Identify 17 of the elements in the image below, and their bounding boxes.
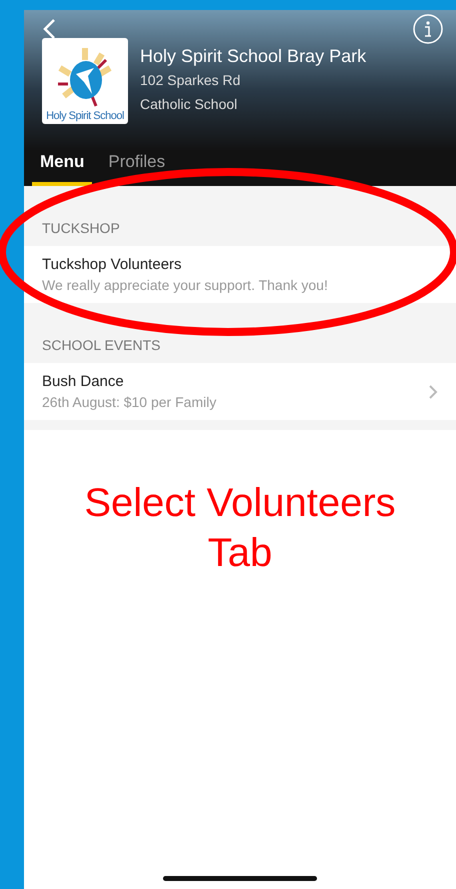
section-title: SCHOOL EVENTS bbox=[41, 336, 162, 355]
back-icon[interactable] bbox=[42, 18, 56, 40]
row-subtitle: 26th August: $10 per Family bbox=[42, 394, 218, 410]
school-category: Catholic School bbox=[140, 95, 238, 114]
section-title: TUCKSHOP bbox=[41, 219, 121, 238]
row-subtitle: We really appreciate your support. Thank you! bbox=[42, 277, 329, 293]
logo-caption: Holy Spirit School bbox=[46, 110, 124, 122]
school-address: 102 Sparkes Rd bbox=[140, 71, 242, 90]
row-title: Bush Dance bbox=[42, 373, 125, 390]
info-icon[interactable] bbox=[412, 13, 444, 45]
row-title: Tuckshop Volunteers bbox=[42, 256, 183, 273]
list-row[interactable]: Bush Dance 26th August: $10 per Family bbox=[24, 363, 456, 420]
school-name: Holy Spirit School Bray Park bbox=[140, 45, 366, 68]
annotation-text: Select Volunteers Tab bbox=[83, 480, 397, 577]
list-row[interactable]: Tuckshop Volunteers We really appreciate your support. Thank you! bbox=[24, 246, 456, 303]
chevron-icon bbox=[428, 384, 438, 400]
tab[interactable]: Profiles bbox=[100, 146, 174, 186]
